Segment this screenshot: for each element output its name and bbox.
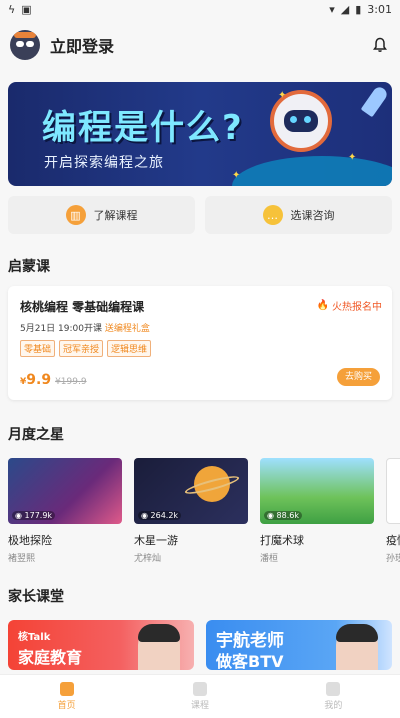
parent-class-subtitle: 做客BTV [216, 652, 284, 670]
course-consult-label: 选课咨询 [290, 209, 335, 222]
tab-courses[interactable]: 课程 [133, 675, 266, 718]
original-price: ¥199.9 [55, 377, 87, 387]
wifi-icon: ▾ [329, 2, 335, 16]
promo-banner[interactable]: ✦ ✦ ✦ 编程是什么? 开启探索编程之旅 [8, 82, 392, 186]
buy-button[interactable]: 去购买 [336, 368, 380, 386]
tab-mine-label: 我的 [324, 701, 343, 711]
courses-icon [192, 682, 207, 696]
status-bar: ϟ ▣ ▾ ◢ ▮ 3:01 [0, 0, 400, 18]
speaker-photo [138, 624, 180, 670]
work-author: 潘桓 [260, 554, 279, 564]
profile-icon [326, 682, 341, 696]
learn-course-button[interactable]: ▥ 了解课程 [8, 196, 195, 234]
parent-class-card[interactable]: 宇航老师 做客BTV [206, 620, 392, 670]
tab-home[interactable]: 首页 [0, 675, 133, 718]
fire-icon: 🔥 [316, 300, 329, 311]
header: 立即登录 [0, 18, 400, 72]
star-icon: ✦ [278, 90, 287, 101]
course-tag: 逻辑思维 [107, 340, 152, 357]
views-count: ◉ 264.2k [138, 511, 182, 520]
parent-class-list: 核Talk 家庭教育 宇航老师 做客BTV [0, 620, 400, 670]
star-work-item[interactable]: ◉ 88.6k 打魔术球 潘桓 [260, 458, 374, 564]
course-consult-button[interactable]: … 选课咨询 [205, 196, 392, 234]
parent-class-title: 家庭教育 [18, 648, 83, 667]
star-icon: ✦ [348, 152, 357, 163]
learn-course-label: 了解课程 [93, 209, 138, 222]
course-tag: 零基础 [20, 340, 56, 357]
course-meta: 5月21日 19:00开课 送编程礼盒 [20, 321, 380, 334]
course-card[interactable]: 核桃编程 零基础编程课 🔥 火热报名中 5月21日 19:00开课 送编程礼盒 … [8, 286, 392, 400]
work-title: 打魔术球 [260, 534, 304, 547]
star-work-item[interactable]: ◉ 264.2k 木星一游 尤梓灿 [134, 458, 248, 564]
status-time: 3:01 [367, 2, 392, 16]
course-gift: 送编程礼盒 [104, 324, 150, 334]
avatar[interactable] [10, 30, 40, 60]
work-thumbnail: ◉ 177.9k [8, 458, 122, 524]
views-count: ◉ 177.9k [12, 511, 56, 520]
star-work-item[interactable]: ◉ 177.9k 极地探险 褚翌熙 [8, 458, 122, 564]
hot-label: 火热报名中 [332, 302, 382, 313]
quick-actions: ▥ 了解课程 … 选课咨询 [0, 196, 400, 234]
chat-icon: … [262, 205, 283, 225]
price-row: ¥9.9 ¥199.9 [20, 372, 87, 388]
star-work-item[interactable]: 疫情 孙瑾 [386, 458, 400, 564]
work-thumbnail [386, 458, 400, 524]
course-price: ¥9.9 [20, 372, 52, 388]
bell-icon[interactable] [370, 35, 390, 55]
signal-icon: ◢ [340, 2, 350, 16]
planet-graphic [232, 156, 392, 186]
section-title-enlightenment: 启蒙课 [8, 259, 50, 275]
monthly-stars-list: ◉ 177.9k 极地探险 褚翌熙 ◉ 264.2k 木星一游 尤梓灿 ◉ 88… [0, 458, 400, 564]
book-icon: ▥ [65, 205, 86, 225]
work-author: 褚翌熙 [8, 554, 36, 564]
home-icon [59, 682, 74, 696]
banner-subtitle: 开启探索编程之旅 [44, 155, 164, 171]
notification-icon: ϟ [8, 2, 16, 16]
bottom-tab-bar: 首页 课程 我的 [0, 674, 400, 718]
work-thumbnail: ◉ 88.6k [260, 458, 374, 524]
section-title-monthly-stars: 月度之星 [8, 427, 64, 443]
work-title: 木星一游 [134, 534, 178, 547]
hot-badge: 🔥 火热报名中 [317, 298, 382, 313]
star-icon: ✦ [232, 170, 241, 181]
login-link[interactable]: 立即登录 [50, 33, 370, 57]
sim-icon: ▣ [21, 2, 32, 16]
section-title-parent-class: 家长课堂 [8, 589, 64, 605]
work-title: 极地探险 [8, 534, 52, 547]
work-thumbnail: ◉ 264.2k [134, 458, 248, 524]
battery-icon: ▮ [355, 2, 362, 16]
speaker-photo [336, 624, 378, 670]
tab-courses-label: 课程 [190, 701, 209, 711]
rocket-graphic [360, 84, 390, 118]
tab-home-label: 首页 [57, 701, 76, 711]
status-right: ▾ ◢ ▮ 3:01 [329, 3, 392, 16]
banner-title: 编程是什么? [42, 108, 244, 148]
work-author: 尤梓灿 [134, 554, 162, 564]
views-count: ◉ 88.6k [264, 511, 302, 520]
work-author: 孙瑾 [386, 554, 400, 564]
status-left: ϟ ▣ [8, 3, 32, 16]
talk-logo: 核Talk [18, 632, 51, 643]
course-tags: 零基础 冠军亲授 逻辑思维 [20, 340, 380, 357]
tab-mine[interactable]: 我的 [267, 675, 400, 718]
course-date: 5月21日 19:00开课 [20, 324, 102, 334]
course-tag: 冠军亲授 [59, 340, 104, 357]
parent-class-card[interactable]: 核Talk 家庭教育 [8, 620, 194, 670]
work-title: 疫情 [386, 534, 400, 547]
